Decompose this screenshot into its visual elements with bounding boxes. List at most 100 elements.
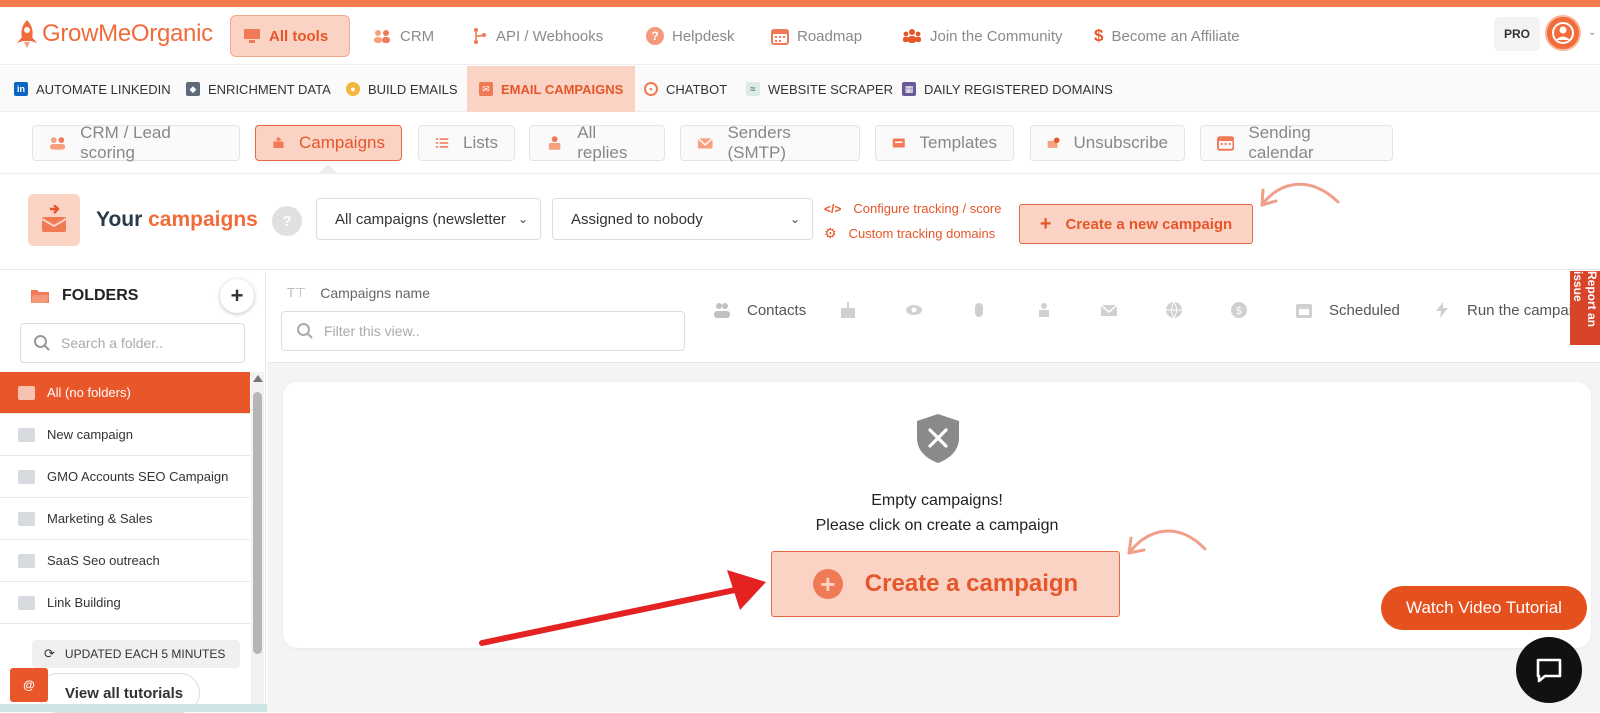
user-icon xyxy=(1552,22,1574,44)
folders-sidebar: FOLDERS + Search a folder.. All (no fold… xyxy=(0,271,266,713)
campaign-type-select[interactable]: All campaigns (newsletter ⌄ xyxy=(316,198,541,240)
col-opens[interactable] xyxy=(905,301,923,319)
watch-video-tutorial-button[interactable]: Watch Video Tutorial xyxy=(1381,586,1587,630)
tab-templates[interactable]: Templates xyxy=(875,125,1014,161)
nav-label: Roadmap xyxy=(797,27,863,45)
nav-helpdesk[interactable]: ? Helpdesk xyxy=(634,15,747,57)
help-icon: ? xyxy=(646,27,664,45)
col-run-campaign[interactable]: Run the campaign xyxy=(1433,301,1589,319)
email-widget-icon[interactable]: @ xyxy=(10,668,48,702)
tool-email-campaigns[interactable]: ✉ EMAIL CAMPAIGNS xyxy=(467,66,636,112)
title-prefix: Your xyxy=(96,208,143,231)
help-icon[interactable]: ? xyxy=(272,206,302,236)
col-campaign-name[interactable]: T⊤ Campaigns name xyxy=(287,285,430,301)
folder-item-all[interactable]: All (no folders) xyxy=(0,372,250,414)
dollar-icon: $ xyxy=(1094,26,1104,45)
sent-icon xyxy=(841,302,855,318)
column-label: Contacts xyxy=(747,301,807,319)
create-new-campaign-button[interactable]: + Create a new campaign xyxy=(1019,204,1253,244)
nav-affiliate[interactable]: $ Become an Affiliate xyxy=(1082,15,1252,57)
tool-enrichment-data[interactable]: ◆ ENRICHMENT DATA xyxy=(176,66,341,112)
nav-label: All tools xyxy=(269,27,329,45)
folder-item[interactable]: New campaign xyxy=(0,414,250,456)
col-scheduled[interactable]: Scheduled xyxy=(1295,301,1400,319)
tab-label: All replies xyxy=(577,123,628,162)
scrollbar-thumb[interactable] xyxy=(253,392,262,654)
col-revenue[interactable]: $ xyxy=(1230,301,1248,319)
tool-website-scraper[interactable]: ≈ WEBSITE SCRAPER xyxy=(736,66,903,112)
calendar-icon xyxy=(771,29,789,45)
folder-icon xyxy=(18,469,35,484)
folder-item[interactable]: GMO Accounts SEO Campaign xyxy=(0,456,250,498)
build-emails-icon: ● xyxy=(346,82,360,96)
col-bounces[interactable] xyxy=(1100,301,1118,319)
tool-build-emails[interactable]: ● BUILD EMAILS xyxy=(336,66,468,112)
create-campaign-button[interactable]: + Create a campaign xyxy=(771,551,1120,617)
nav-roadmap[interactable]: Roadmap xyxy=(759,15,874,57)
tab-all-replies[interactable]: All replies xyxy=(529,123,665,162)
column-label: Campaigns name xyxy=(320,285,430,301)
filter-view-input[interactable]: Filter this view.. xyxy=(281,311,685,351)
col-replies[interactable] xyxy=(1035,301,1053,319)
nav-label: Become an Affiliate xyxy=(1111,27,1240,45)
folder-item[interactable]: Marketing & Sales xyxy=(0,498,250,540)
tab-crm-lead-scoring[interactable]: CRM / Lead scoring xyxy=(32,123,240,162)
replies-icon xyxy=(548,136,561,150)
tab-campaigns[interactable]: Campaigns xyxy=(255,125,402,161)
campaign-box-icon xyxy=(273,136,284,149)
chat-bubble-icon xyxy=(1536,658,1562,683)
folder-list: All (no folders) New campaign GMO Accoun… xyxy=(0,372,250,624)
col-clicks[interactable] xyxy=(970,301,988,319)
report-issue-tab[interactable]: Report an issue xyxy=(1570,271,1600,345)
folder-item[interactable]: Link Building xyxy=(0,582,250,624)
lead-scoring-icon xyxy=(49,137,66,150)
tab-unsubscribe[interactable]: Unsubscribe xyxy=(1030,125,1185,161)
col-domains[interactable] xyxy=(1165,301,1183,319)
envelope-icon xyxy=(697,137,713,149)
chevron-down-icon[interactable]: ⌄ xyxy=(1588,27,1596,38)
scroll-up-arrow-icon[interactable] xyxy=(253,375,263,382)
folder-search-input[interactable]: Search a folder.. xyxy=(20,323,245,363)
pro-badge: PRO xyxy=(1494,17,1540,51)
tool-chatbot[interactable]: • CHATBOT xyxy=(634,66,737,112)
nav-api-webhooks[interactable]: API / Webhooks xyxy=(460,15,615,57)
custom-domains-link[interactable]: ⚙ Custom tracking domains xyxy=(824,225,995,242)
brand-name: GrowMeOrganic xyxy=(42,20,213,47)
nav-all-tools[interactable]: All tools xyxy=(230,15,350,57)
link-label: Custom tracking domains xyxy=(848,226,996,241)
button-label: View all tutorials xyxy=(65,684,184,702)
assigned-select[interactable]: Assigned to nobody ⌄ xyxy=(552,198,813,240)
top-navigation: GrowMeOrganic All tools CRM API / Webhoo… xyxy=(0,7,1600,65)
lightning-icon xyxy=(1436,302,1448,318)
tab-lists[interactable]: Lists xyxy=(418,125,515,161)
code-icon: </> xyxy=(824,201,842,216)
tool-label: AUTOMATE LINKEDIN xyxy=(36,81,171,97)
chat-launcher[interactable] xyxy=(1516,637,1582,703)
tool-daily-domains[interactable]: ▦ DAILY REGISTERED DOMAINS xyxy=(892,66,1123,112)
contacts-icon xyxy=(714,303,730,318)
add-folder-button[interactable]: + xyxy=(220,279,254,313)
configure-tracking-link[interactable]: </> Configure tracking / score xyxy=(824,201,1001,216)
nav-community[interactable]: Join the Community xyxy=(890,15,1075,57)
column-label: Scheduled xyxy=(1329,301,1400,319)
community-icon xyxy=(903,29,921,43)
nav-crm[interactable]: CRM xyxy=(360,15,446,57)
button-label: Create a new campaign xyxy=(1065,215,1233,233)
monitor-icon xyxy=(244,29,260,43)
page-title: Your campaigns xyxy=(96,208,258,232)
folder-label: GMO Accounts SEO Campaign xyxy=(47,469,229,484)
tab-sending-calendar[interactable]: Sending calendar xyxy=(1200,123,1393,162)
campaign-box-icon xyxy=(28,194,80,246)
brand-logo[interactable]: GrowMeOrganic xyxy=(14,19,213,49)
domains-icon: ▦ xyxy=(902,82,916,96)
folder-item[interactable]: SaaS Seo outreach xyxy=(0,540,250,582)
folder-icon xyxy=(18,511,35,526)
folders-title: FOLDERS xyxy=(62,287,139,304)
col-sent[interactable] xyxy=(839,301,857,319)
col-contacts[interactable]: Contacts xyxy=(713,301,806,319)
tab-senders-smtp[interactable]: Senders (SMTP) xyxy=(680,123,860,162)
text-type-icon: T⊤ xyxy=(287,285,307,300)
tool-label: EMAIL CAMPAIGNS xyxy=(501,81,624,97)
tool-automate-linkedin[interactable]: in AUTOMATE LINKEDIN xyxy=(4,66,181,112)
avatar[interactable] xyxy=(1545,15,1581,51)
